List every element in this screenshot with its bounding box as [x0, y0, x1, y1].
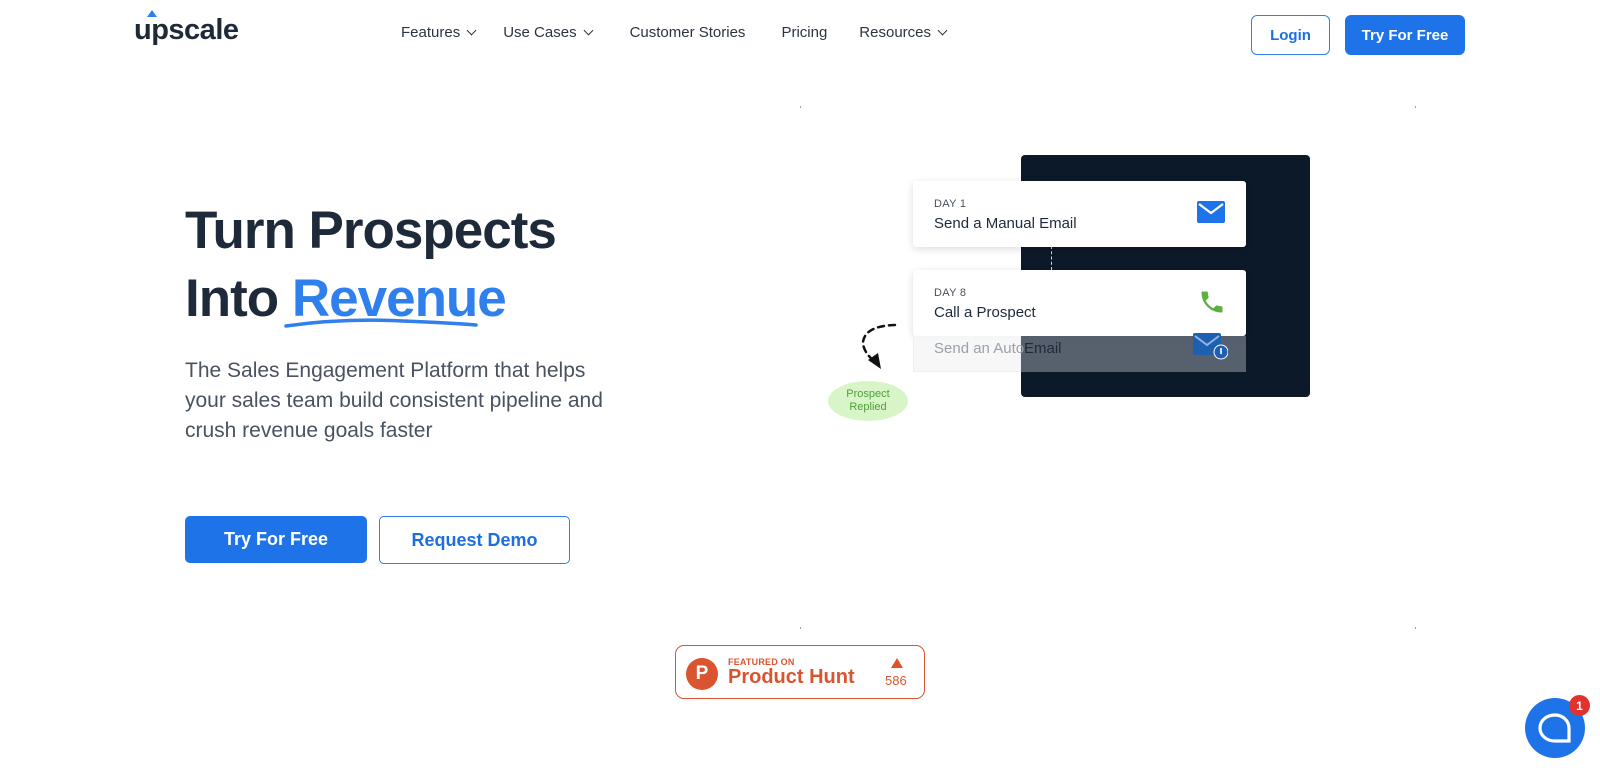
corner-mark [800, 106, 801, 108]
nav-item-label: Resources [859, 24, 931, 41]
logo-caret-icon [147, 10, 157, 17]
nav-item-features[interactable]: Features [401, 24, 477, 41]
login-button[interactable]: Login [1251, 15, 1330, 55]
headline-underline-swash [284, 318, 478, 328]
product-hunt-logo-icon: P [686, 658, 718, 690]
unread-count-badge: 1 [1569, 695, 1590, 716]
sequence-connector-line [1051, 246, 1052, 270]
chevron-down-icon [583, 25, 594, 36]
sequence-step-card: DAY 8 Call a Prospect [913, 270, 1246, 336]
nav-item-pricing[interactable]: Pricing [781, 24, 827, 41]
faded-step-title-part: Email [1024, 340, 1062, 357]
upvote-triangle-icon [891, 658, 903, 668]
step-day-label: DAY 8 [934, 287, 967, 299]
nav-item-resources[interactable]: Resources [859, 24, 948, 41]
faded-step-title-part: Send an Auto [934, 340, 1025, 357]
phone-icon [1201, 291, 1223, 313]
envelope-icon [1197, 201, 1225, 223]
top-nav: upscale Features Use Cases Customer Stor… [0, 0, 1600, 70]
step-day-label: DAY 1 [934, 198, 967, 210]
prospect-replied-badge: Prospect Replied [828, 381, 908, 421]
try-for-free-nav-button[interactable]: Try For Free [1345, 15, 1465, 55]
nav-item-customer-stories[interactable]: Customer Stories [630, 24, 746, 41]
try-for-free-hero-button[interactable]: Try For Free [185, 516, 367, 563]
corner-mark [800, 627, 801, 629]
nav-item-label: Use Cases [503, 24, 577, 41]
nav-item-label: Customer Stories [629, 24, 746, 41]
sequence-step-card: DAY 1 Send a Manual Email [913, 181, 1246, 247]
corner-mark [1415, 106, 1416, 108]
request-demo-button[interactable]: Request Demo [379, 516, 570, 564]
corner-mark [1415, 627, 1416, 629]
headline-line-1: Turn Prospects [185, 201, 557, 260]
main-nav-links: Features Use Cases Customer Stories Pric… [401, 24, 948, 41]
curved-arrow-icon [861, 323, 897, 369]
hero-headline: Turn Prospects Into Revenue [185, 197, 557, 333]
chevron-down-icon [466, 25, 477, 36]
upscale-logo[interactable]: upscale [134, 10, 239, 47]
upvote-count: 586 [885, 673, 907, 688]
nav-item-use-cases[interactable]: Use Cases [503, 24, 594, 41]
logo-text: upscale [134, 14, 239, 46]
hero-subtext: The Sales Engagement Platform that helps… [185, 359, 603, 442]
headline-line-2-prefix: Into [185, 269, 292, 328]
nav-item-label: Features [401, 24, 461, 41]
product-hunt-badge[interactable]: P FEATURED ON Product Hunt 586 [675, 645, 925, 699]
step-title: Send a Manual Email [934, 215, 1077, 232]
product-hunt-name: Product Hunt [728, 666, 855, 688]
nav-item-label: Pricing [781, 24, 828, 41]
auto-email-icon [1193, 333, 1228, 360]
chevron-down-icon [937, 25, 948, 36]
step-title: Call a Prospect [934, 304, 1036, 321]
